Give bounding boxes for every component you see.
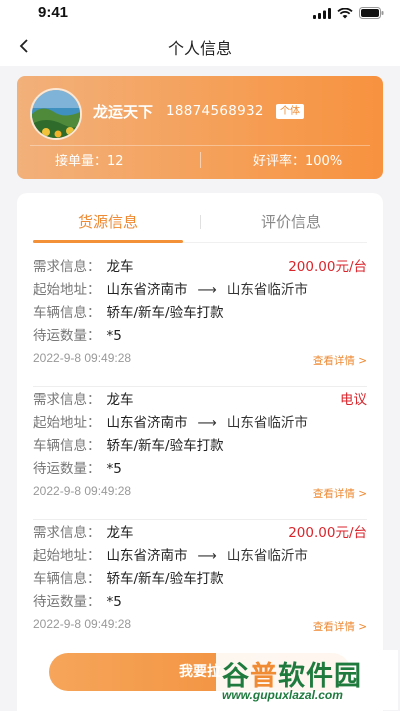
status-bar: 9:41 — [0, 0, 400, 26]
status-icons — [313, 7, 384, 19]
from-city: 山东省济南市 — [106, 548, 188, 564]
demand-row: 需求信息： 龙车 — [33, 390, 134, 410]
route-arrow-icon: ⟶ — [197, 415, 217, 431]
avatar[interactable] — [30, 88, 82, 140]
status-time: 9:41 — [38, 4, 69, 21]
vehicle-row: 车辆信息： 轿车/新车/验车打款 — [33, 569, 224, 589]
address-row: 起始地址： 山东省济南市 ⟶ 山东省临沂市 — [33, 413, 308, 433]
address-row: 起始地址： 山东省济南市 ⟶ 山东省临沂市 — [33, 280, 308, 300]
price: 200.00元/台 — [288, 259, 367, 275]
nav-bar: 个人信息 — [0, 26, 400, 66]
wifi-icon — [337, 7, 353, 18]
quantity-label: 待运数量： — [33, 328, 101, 344]
demand-value: 龙车 — [106, 392, 134, 408]
vehicle-label: 车辆信息： — [33, 438, 101, 454]
to-city: 山东省临沂市 — [226, 548, 308, 564]
card-divider — [30, 145, 370, 146]
account-type-badge: 个体 — [276, 104, 304, 119]
tab-cargo-info[interactable]: 货源信息 — [33, 211, 183, 232]
quantity-row: 待运数量： *5 — [33, 326, 122, 346]
watermark: 谷普软件园 www.gupuxlazal.com — [216, 650, 398, 710]
timestamp: 2022-9-8 09:49:28 — [33, 484, 132, 498]
vehicle-label: 车辆信息： — [33, 305, 101, 321]
from-city: 山东省济南市 — [106, 415, 188, 431]
price: 200.00元/台 — [288, 525, 367, 541]
address-row: 起始地址： 山东省济南市 ⟶ 山东省临沂市 — [33, 546, 308, 566]
price: 电议 — [340, 392, 367, 408]
quantity-value: *5 — [106, 594, 122, 610]
quantity-row: 待运数量： *5 — [33, 592, 122, 612]
demand-value: 龙车 — [106, 525, 134, 541]
profile-card: 龙运天下 18874568932 个体 接单量：12 好评率：100% — [17, 76, 383, 179]
rating-stat: 好评率：100% — [253, 150, 342, 169]
user-name: 龙运天下 — [93, 103, 154, 121]
demand-label: 需求信息： — [33, 392, 101, 408]
quantity-value: *5 — [106, 328, 122, 344]
timestamp: 2022-9-8 09:49:28 — [33, 351, 132, 365]
list-item[interactable]: 需求信息： 龙车 200.00元/台 起始地址： 山东省济南市 ⟶ 山东省临沂市 车辆信… — [33, 523, 367, 653]
demand-row: 需求信息： 龙车 — [33, 257, 134, 277]
list-item[interactable]: 需求信息： 龙车 电议 起始地址： 山东省济南市 ⟶ 山东省临沂市 车辆信息： 轿车/新车… — [33, 390, 367, 520]
address-label: 起始地址： — [33, 415, 101, 431]
list-item[interactable]: 需求信息： 龙车 200.00元/台 起始地址： 山东省济南市 ⟶ 山东省临沂市 车辆信… — [33, 257, 367, 387]
vehicle-label: 车辆信息： — [33, 571, 101, 587]
route-arrow-icon: ⟶ — [197, 282, 217, 298]
route-arrow-icon: ⟶ — [197, 548, 217, 564]
vehicle-row: 车辆信息： 轿车/新车/验车打款 — [33, 303, 224, 323]
demand-row: 需求信息： 龙车 — [33, 523, 134, 543]
quantity-label: 待运数量： — [33, 461, 101, 477]
rating-value: 100% — [305, 154, 343, 169]
orders-stat: 接单量：12 — [55, 150, 124, 169]
stat-separator — [200, 152, 201, 168]
item-divider — [33, 519, 367, 520]
quantity-label: 待运数量： — [33, 594, 101, 610]
user-phone: 18874568932 — [166, 103, 264, 119]
demand-label: 需求信息： — [33, 259, 101, 275]
page-title: 个人信息 — [167, 39, 232, 58]
quantity-value: *5 — [106, 461, 122, 477]
list-panel: 货源信息 评价信息 需求信息： 龙车 200.00元/台 起始地址： 山东省济南市 ⟶… — [17, 193, 383, 711]
avatar-landscape-icon — [32, 90, 80, 138]
view-details-link[interactable]: 查看详情 > — [313, 619, 367, 634]
view-details-link[interactable]: 查看详情 > — [313, 353, 367, 368]
tab-active-indicator — [33, 240, 183, 243]
vehicle-value: 轿车/新车/验车打款 — [106, 571, 224, 587]
tab-separator — [200, 215, 201, 229]
tab-reviews[interactable]: 评价信息 — [216, 211, 366, 232]
timestamp: 2022-9-8 09:49:28 — [33, 617, 132, 631]
orders-value: 12 — [107, 154, 124, 169]
rating-label: 好评率： — [253, 154, 306, 169]
view-details-link[interactable]: 查看详情 > — [313, 486, 367, 501]
to-city: 山东省临沂市 — [226, 415, 308, 431]
orders-label: 接单量： — [55, 154, 108, 169]
vehicle-value: 轿车/新车/验车打款 — [106, 305, 224, 321]
signal-icon — [313, 7, 331, 19]
watermark-url: www.gupuxlazal.com — [222, 688, 343, 702]
quantity-row: 待运数量： *5 — [33, 459, 122, 479]
vehicle-value: 轿车/新车/验车打款 — [106, 438, 224, 454]
vehicle-row: 车辆信息： 轿车/新车/验车打款 — [33, 436, 224, 456]
demand-label: 需求信息： — [33, 525, 101, 541]
address-label: 起始地址： — [33, 548, 101, 564]
address-label: 起始地址： — [33, 282, 101, 298]
demand-value: 龙车 — [106, 259, 134, 275]
to-city: 山东省临沂市 — [226, 282, 308, 298]
from-city: 山东省济南市 — [106, 282, 188, 298]
item-divider — [33, 386, 367, 387]
battery-icon — [359, 7, 384, 19]
